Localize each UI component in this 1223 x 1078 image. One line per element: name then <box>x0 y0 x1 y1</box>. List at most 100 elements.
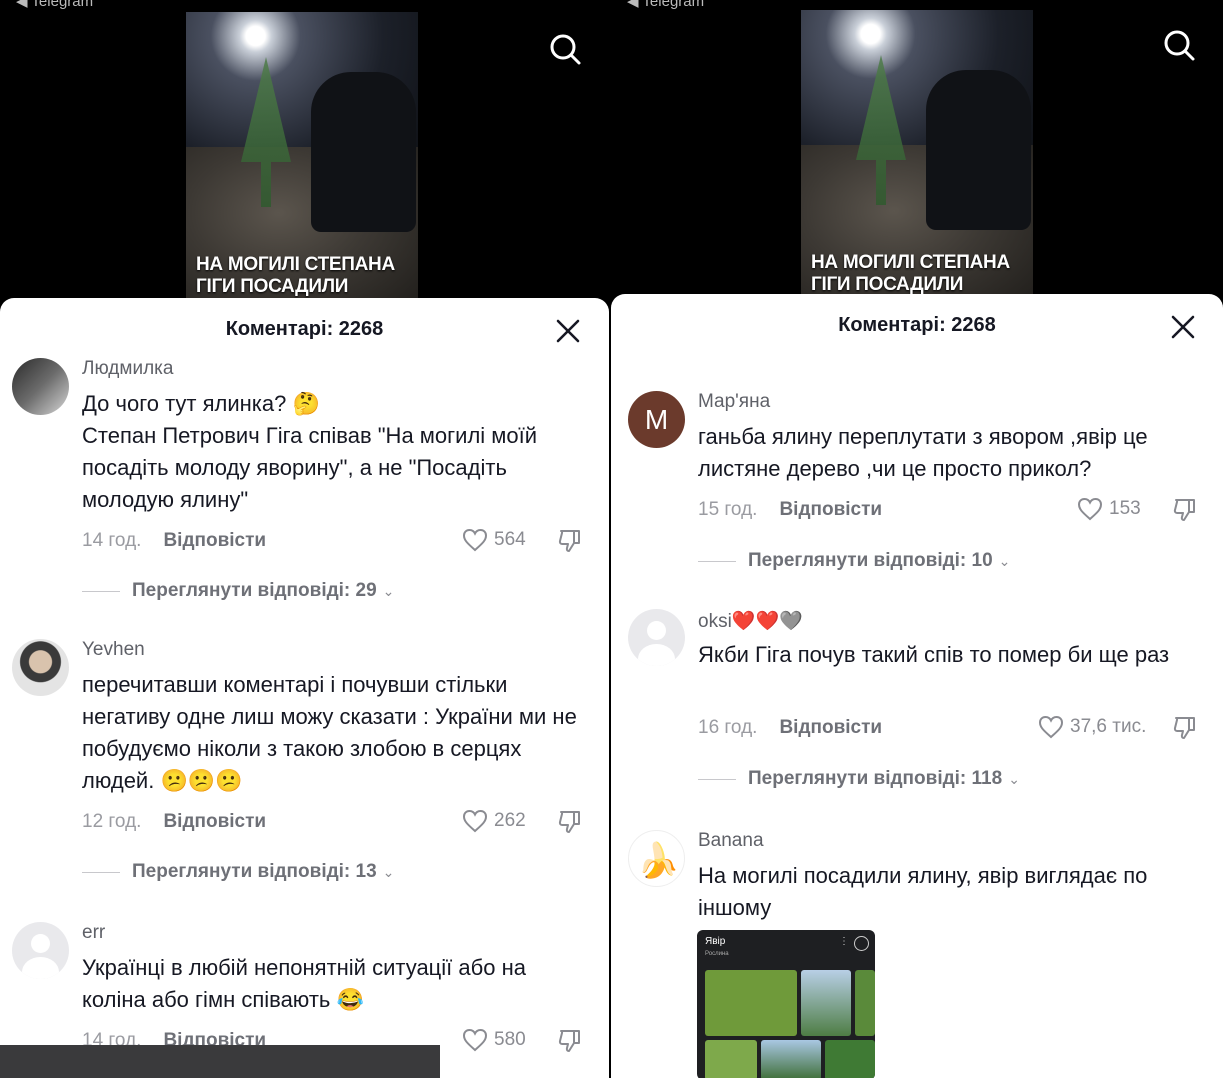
dislike-icon[interactable] <box>1172 497 1198 523</box>
more-icon: ⋮ <box>839 936 849 947</box>
like-count: 262 <box>494 810 526 831</box>
comment-username[interactable]: err <box>82 922 105 944</box>
video-caption-line1: НА МОГИЛІ СТЕПАНА <box>196 254 395 275</box>
video-preview[interactable]: НА МОГИЛІ СТЕПАНА ГІГИ ПОСАДИЛИ <box>801 10 1033 310</box>
tree-image <box>855 970 875 1036</box>
video-caption: НА МОГИЛІ СТЕПАНА ГІГИ ПОСАДИЛИ <box>196 254 395 298</box>
chevron-down-icon: ⌄ <box>1008 770 1020 787</box>
reply-button[interactable]: Відповісти <box>779 499 882 520</box>
view-replies-label: Переглянути відповіді: 10 <box>748 550 993 571</box>
view-replies-button[interactable]: Переглянути відповіді: 10 ⌄ <box>698 550 1010 572</box>
heart-icon <box>1038 715 1064 739</box>
dislike-icon[interactable] <box>557 528 583 554</box>
avatar[interactable] <box>628 609 685 666</box>
like-button[interactable]: 153 <box>1077 497 1141 521</box>
attachment-subtitle: Рослина <box>705 951 729 957</box>
view-replies-label: Переглянути відповіді: 118 <box>748 768 1003 789</box>
left-screenshot: ◀ Telegram НА МОГИЛІ СТЕПАНА ГІГИ ПОСАДИ… <box>0 0 609 1078</box>
comment-text: На могилі посадили ялину, явір виглядає … <box>698 863 1148 920</box>
like-count: 564 <box>494 529 526 550</box>
banana-icon: 🍌 <box>637 842 680 880</box>
dislike-icon[interactable] <box>557 1028 583 1054</box>
view-replies-label: Переглянути відповіді: 13 <box>132 861 377 882</box>
view-replies-label: Переглянути відповіді: 29 <box>132 580 377 601</box>
comment-time: 12 год. <box>82 811 142 832</box>
reply-button[interactable]: Відповісти <box>779 717 882 738</box>
video-caption: НА МОГИЛІ СТЕПАНА ГІГИ ПОСАДИЛИ <box>811 252 1010 296</box>
comment-text: ганьба ялину переплутати з явором ,явір … <box>698 424 1148 481</box>
comments-title: Коментарі: 2268 <box>838 314 996 336</box>
tree-image <box>761 1040 821 1078</box>
video-caption-line2: ГІГИ ПОСАДИЛИ <box>196 276 349 297</box>
close-icon[interactable] <box>555 318 581 344</box>
search-icon[interactable] <box>1162 28 1196 62</box>
back-to-telegram-link[interactable]: ◀ Telegram <box>16 0 93 10</box>
avatar[interactable] <box>12 639 69 696</box>
comment-image-attachment[interactable]: Явір Рослина ⋮ <box>697 930 875 1078</box>
video-person <box>926 70 1031 230</box>
comment-text: Якби Гіга почув такий спів то помер би щ… <box>698 642 1170 667</box>
comment-username[interactable]: oksi❤️❤️🩶 <box>698 609 803 633</box>
back-to-telegram-link[interactable]: ◀ Telegram <box>627 0 704 10</box>
heart-icon <box>1077 497 1103 521</box>
view-replies-button[interactable]: Переглянути відповіді: 13 ⌄ <box>82 861 394 883</box>
view-replies-button[interactable]: Переглянути відповіді: 29 ⌄ <box>82 580 394 602</box>
reply-button[interactable]: Відповісти <box>163 811 266 832</box>
chevron-down-icon: ⌄ <box>382 863 395 880</box>
view-replies-button[interactable]: Переглянути відповіді: 118 ⌄ <box>698 768 1020 790</box>
comment-username[interactable]: Banana <box>698 830 764 852</box>
like-button[interactable]: 37,6 тис. <box>1038 715 1146 739</box>
avatar[interactable]: 🍌 <box>628 830 685 887</box>
avatar[interactable] <box>12 922 69 979</box>
like-button[interactable]: 564 <box>462 528 526 552</box>
replies-divider <box>82 590 120 592</box>
comment-text: перечитавши коментарі і почувши стільки … <box>82 672 577 793</box>
close-icon[interactable] <box>1170 314 1196 340</box>
heart-icon <box>462 809 488 833</box>
comment-meta: 14 год. Відповісти <box>82 530 266 552</box>
avatar[interactable] <box>12 358 69 415</box>
video-caption-line2: ГІГИ ПОСАДИЛИ <box>811 274 964 295</box>
comment-text: До чого тут ялинка? 🤔 Степан Петрович Гі… <box>82 391 538 512</box>
reply-button[interactable]: Відповісти <box>163 530 266 551</box>
attachment-title: Явір <box>705 936 726 947</box>
search-icon[interactable] <box>548 32 582 66</box>
avatar[interactable]: M <box>628 391 685 448</box>
heart-icon <box>462 528 488 552</box>
dislike-icon[interactable] <box>1172 715 1198 741</box>
like-button[interactable]: 580 <box>462 1028 526 1052</box>
comment-meta: 15 год. Відповісти <box>698 499 882 521</box>
comment-username[interactable]: Людмилка <box>82 358 173 380</box>
comments-sheet: Коментарі: 2268 Людмилка До чого тут яли… <box>0 298 609 1078</box>
comment-time: 14 год. <box>82 530 142 551</box>
replies-divider <box>82 871 120 873</box>
replies-divider <box>698 778 736 780</box>
like-count: 37,6 тис. <box>1070 716 1147 737</box>
like-count: 153 <box>1109 498 1141 519</box>
right-screenshot: ◀ Telegram НА МОГИЛІ СТЕПАНА ГІГИ ПОСАДИ… <box>611 0 1223 1078</box>
overlay-bar <box>0 1045 440 1078</box>
comment-username[interactable]: Мар'яна <box>698 391 770 413</box>
comment-time: 15 год. <box>698 499 758 520</box>
heart-icon <box>462 1028 488 1052</box>
chevron-down-icon: ⌄ <box>382 582 395 599</box>
like-button[interactable]: 262 <box>462 809 526 833</box>
tree-image <box>825 1040 875 1078</box>
tree-image <box>801 970 851 1036</box>
video-caption-line1: НА МОГИЛІ СТЕПАНА <box>811 252 1010 273</box>
replies-divider <box>698 560 736 562</box>
video-preview[interactable]: НА МОГИЛІ СТЕПАНА ГІГИ ПОСАДИЛИ <box>186 12 418 312</box>
dislike-icon[interactable] <box>557 809 583 835</box>
comments-sheet: Коментарі: 2268 M Мар'яна ганьба ялину п… <box>611 294 1223 1078</box>
chevron-down-icon: ⌄ <box>998 552 1011 569</box>
like-count: 580 <box>494 1029 526 1050</box>
comment-username[interactable]: Yevhen <box>82 639 145 661</box>
leaf-image <box>705 1040 757 1078</box>
comment-time: 16 год. <box>698 717 758 738</box>
comments-title: Коментарі: 2268 <box>225 318 384 340</box>
video-person <box>311 72 416 232</box>
comment-meta: 12 год. Відповісти <box>82 811 266 833</box>
comment-meta: 16 год. Відповісти <box>698 717 882 739</box>
lens-icon <box>854 936 869 951</box>
maple-leaves-image <box>705 970 797 1036</box>
